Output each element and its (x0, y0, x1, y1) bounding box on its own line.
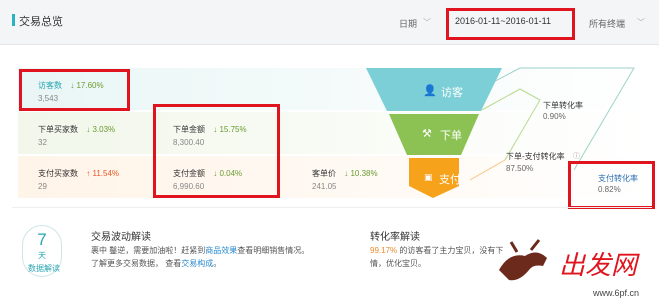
hammer-icon: ⚒ (422, 128, 432, 140)
rate-label: 下单-支付转化率 (506, 152, 565, 161)
conversion-title: 转化率解读 (370, 232, 420, 243)
user-icon: 👤 (423, 85, 437, 97)
trade-structure-link[interactable]: 交易构成 (181, 259, 213, 268)
bull-icon (499, 252, 547, 281)
help-icon[interactable]: ⓘ (573, 151, 580, 161)
watermark-logo: 出发网 www.6pf.cn (499, 239, 640, 298)
badge-subtitle: 数据解读 (28, 264, 60, 273)
wave-line-2: 了解更多交易数据， 查看交易构成。 (91, 259, 222, 268)
funnel-visit-label: 访客 (441, 87, 463, 99)
funnel-pay-label: 支付 (439, 174, 461, 186)
connector-line (481, 88, 541, 161)
highlight-box-pay-rate (568, 161, 655, 209)
wave-title: 交易波动解读 (91, 232, 151, 243)
svg-text:www.6pf.cn: www.6pf.cn (592, 288, 639, 298)
wave-line-1: 裹中 鑿逆，需要加油啦！赶紧到商品效果查看明细销售情况。 (91, 246, 310, 255)
badge-unit: 天 (38, 251, 46, 260)
rate-label: 下单转化率 (543, 101, 583, 110)
divider (12, 207, 652, 208)
conversion-line-1: 99.17% 的访客看了主力宝贝，没有下 (370, 246, 504, 255)
funnel-order-segment (389, 114, 479, 155)
badge-number: 7 (37, 230, 47, 249)
product-effect-link[interactable]: 商品效果 (205, 246, 237, 255)
wallet-icon: ▣ (424, 172, 433, 182)
rate-value: 0.90% (543, 112, 566, 121)
svg-text:出发网: 出发网 (559, 251, 640, 281)
funnel-order-label: 下单 (440, 130, 462, 142)
conversion-line-2: 情，优化宝贝。 (370, 259, 426, 268)
rate-value: 87.50% (506, 164, 534, 173)
connector-line (469, 159, 506, 181)
